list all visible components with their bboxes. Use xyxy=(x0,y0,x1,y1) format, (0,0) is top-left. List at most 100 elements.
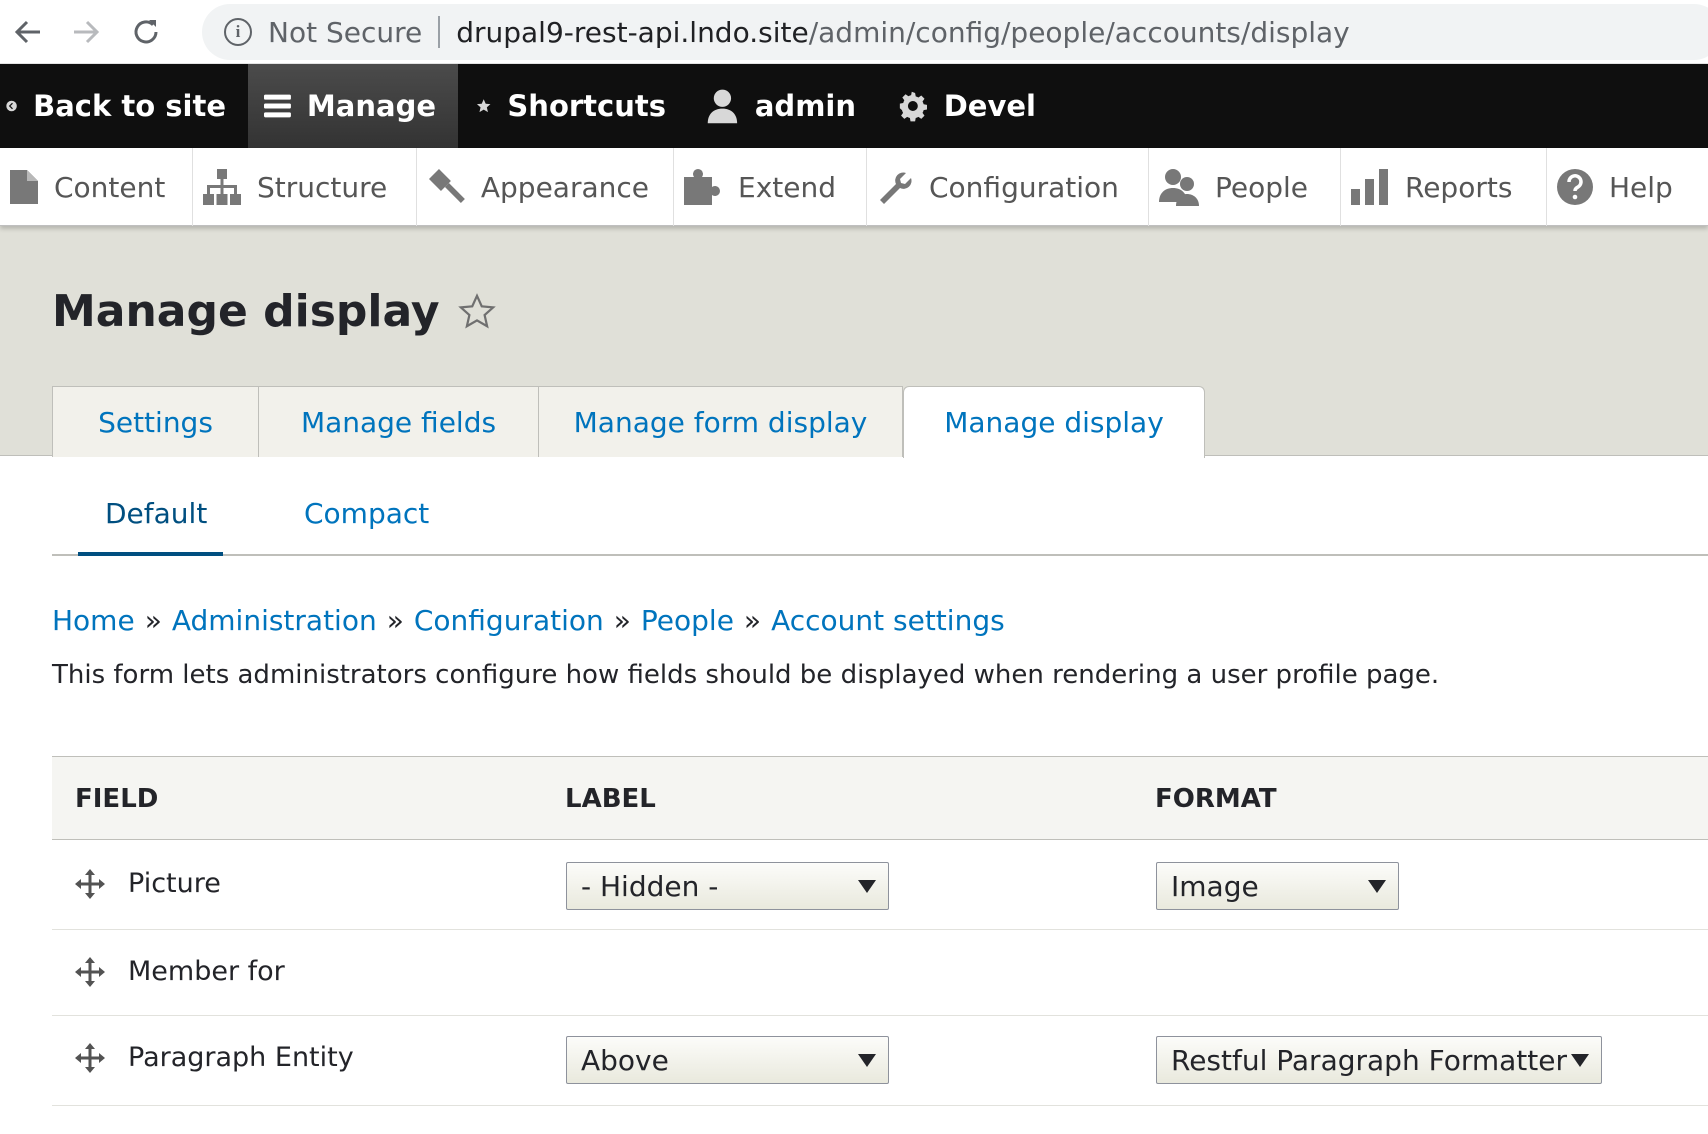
table-row: Paragraph Entity Above Restful Paragraph… xyxy=(52,1016,1708,1106)
page-title: Manage display xyxy=(52,286,496,337)
structure-icon xyxy=(203,169,241,205)
field-name: Picture xyxy=(128,868,221,899)
secondary-tabs: Default Compact xyxy=(52,470,1708,556)
dropdown-arrow-icon xyxy=(858,1054,876,1067)
back-to-site-label: Back to site xyxy=(33,89,226,123)
breadcrumb: Home » Administration » Configuration » People… xyxy=(52,604,1005,637)
breadcrumb-account-settings[interactable]: Account settings xyxy=(771,604,1005,637)
security-label: Not Secure xyxy=(268,15,423,49)
help-icon xyxy=(1557,169,1593,205)
back-circle-icon xyxy=(6,100,17,112)
user-label: admin xyxy=(754,89,856,123)
appearance-icon xyxy=(428,169,465,203)
url-host: drupal9-rest-api.lndo.site xyxy=(456,15,809,49)
select-value: Above xyxy=(581,1043,669,1077)
back-arrow-icon[interactable] xyxy=(8,12,48,52)
menu-item-people[interactable]: People xyxy=(1149,148,1341,226)
field-name: Paragraph Entity xyxy=(128,1042,354,1073)
info-icon[interactable]: i xyxy=(224,18,252,46)
menu-item-appearance[interactable]: Appearance xyxy=(417,148,674,226)
tab-label: Manage display xyxy=(944,406,1164,439)
subtab-label: Default xyxy=(105,496,208,530)
header-label: LABEL xyxy=(565,784,656,814)
format-select[interactable]: Restful Paragraph Formatter xyxy=(1156,1036,1602,1084)
menu-item-label: Structure xyxy=(257,170,388,204)
tab-label: Settings xyxy=(98,405,213,439)
breadcrumb-separator: » xyxy=(743,604,762,637)
select-value: Image xyxy=(1171,869,1259,903)
select-value: Restful Paragraph Formatter xyxy=(1171,1043,1567,1077)
drag-handle-icon[interactable] xyxy=(74,956,106,988)
table-header: FIELD LABEL FORMAT xyxy=(52,756,1708,840)
tab-manage-display[interactable]: Manage display xyxy=(903,386,1205,458)
table-row: Picture - Hidden - Image xyxy=(52,840,1708,930)
content-icon xyxy=(10,170,38,204)
page-title-text: Manage display xyxy=(52,286,440,337)
table-row: Member for xyxy=(52,930,1708,1016)
page-description: This form lets administrators configure … xyxy=(52,660,1440,690)
tab-manage-form-display[interactable]: Manage form display xyxy=(539,386,903,457)
browser-toolbar: i Not Secure drupal9-rest-api.lndo.site /… xyxy=(0,0,1708,64)
extend-icon xyxy=(684,169,720,205)
menu-item-label: People xyxy=(1215,170,1309,204)
user-icon xyxy=(707,89,738,124)
admin-menu-tray: Content Structure Appearance Extend Conf… xyxy=(0,148,1708,226)
shortcuts-tab[interactable]: Shortcuts xyxy=(458,64,688,148)
subtab-label: Compact xyxy=(304,496,430,530)
shortcut-star-icon[interactable] xyxy=(457,292,496,331)
devel-tab[interactable]: Devel xyxy=(878,64,1058,148)
dropdown-arrow-icon xyxy=(1571,1054,1589,1067)
breadcrumb-home[interactable]: Home xyxy=(52,604,135,637)
format-select[interactable]: Image xyxy=(1156,862,1399,910)
gear-icon xyxy=(899,91,927,122)
dropdown-arrow-icon xyxy=(858,880,876,893)
url-divider xyxy=(438,16,441,48)
menu-item-structure[interactable]: Structure xyxy=(193,148,417,226)
subtab-compact[interactable]: Compact xyxy=(304,470,429,556)
menu-item-configuration[interactable]: Configuration xyxy=(867,148,1149,226)
manage-tab[interactable]: Manage xyxy=(248,64,458,148)
subtab-default[interactable]: Default xyxy=(105,470,207,556)
star-icon xyxy=(476,99,491,113)
admin-toolbar: Back to site Manage Shortcuts admin Deve… xyxy=(0,64,1708,148)
people-icon xyxy=(1159,169,1199,206)
reports-icon xyxy=(1351,169,1388,205)
breadcrumb-separator: » xyxy=(144,604,162,637)
menu-item-label: Reports xyxy=(1405,170,1513,204)
menu-item-content[interactable]: Content xyxy=(0,148,193,226)
breadcrumb-configuration[interactable]: Configuration xyxy=(414,604,604,637)
label-select[interactable]: Above xyxy=(566,1036,889,1084)
breadcrumb-people[interactable]: People xyxy=(641,604,734,637)
shortcuts-label: Shortcuts xyxy=(507,89,666,123)
menu-item-extend[interactable]: Extend xyxy=(674,148,867,226)
active-subtab-indicator xyxy=(78,552,223,556)
devel-label: Devel xyxy=(943,89,1036,123)
select-value: - Hidden - xyxy=(581,869,719,903)
tab-settings[interactable]: Settings xyxy=(52,386,259,457)
breadcrumb-administration[interactable]: Administration xyxy=(172,604,377,637)
back-to-site-link[interactable]: Back to site xyxy=(0,64,248,148)
breadcrumb-separator: » xyxy=(386,604,404,637)
reload-icon[interactable] xyxy=(126,12,166,52)
wrench-icon xyxy=(880,172,912,204)
tab-manage-fields[interactable]: Manage fields xyxy=(259,386,539,457)
field-name: Member for xyxy=(128,956,285,987)
hamburger-icon xyxy=(264,94,291,118)
menu-item-label: Appearance xyxy=(480,170,649,204)
address-bar[interactable]: i Not Secure drupal9-rest-api.lndo.site /… xyxy=(202,4,1708,60)
forward-arrow-icon[interactable] xyxy=(66,12,106,52)
manage-label: Manage xyxy=(306,89,436,123)
url-path: /admin/config/people/accounts/display xyxy=(808,15,1350,49)
page-header: Manage display Settings Manage fields Ma… xyxy=(0,226,1708,458)
menu-item-label: Extend xyxy=(738,170,836,204)
menu-item-label: Content xyxy=(54,170,166,204)
breadcrumb-separator: » xyxy=(613,604,631,637)
menu-item-reports[interactable]: Reports xyxy=(1341,148,1547,226)
user-tab[interactable]: admin xyxy=(688,64,878,148)
drag-handle-icon[interactable] xyxy=(74,1042,106,1074)
drag-handle-icon[interactable] xyxy=(74,868,106,900)
primary-tabs: Settings Manage fields Manage form displ… xyxy=(52,386,1205,458)
menu-item-help[interactable]: Help xyxy=(1547,148,1708,226)
label-select[interactable]: - Hidden - xyxy=(566,862,889,910)
tab-label: Manage fields xyxy=(300,405,497,439)
